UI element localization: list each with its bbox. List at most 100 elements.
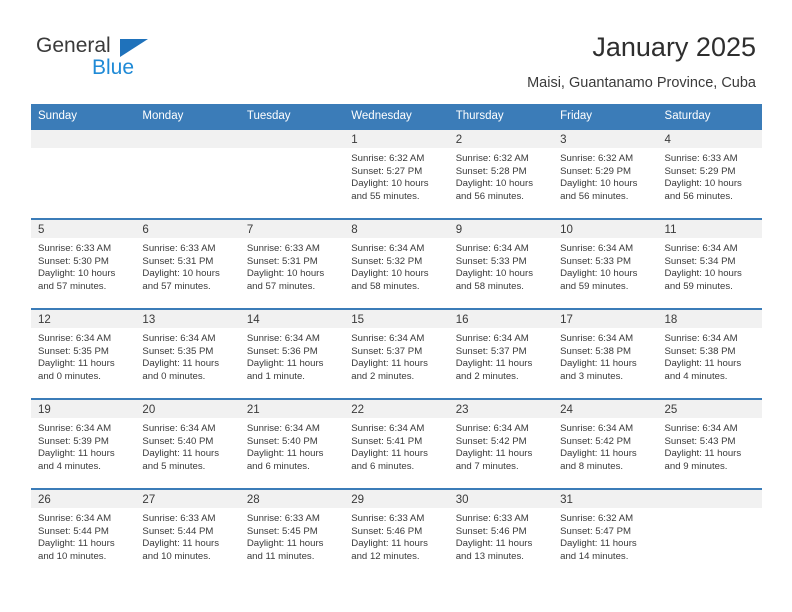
day-cell[interactable]: 18 Sunrise: 6:34 AM Sunset: 5:38 PM Dayligh… (657, 308, 762, 398)
sunrise-text: Sunrise: 6:33 AM (455, 513, 529, 524)
day-cell[interactable]: 7 Sunrise: 6:33 AM Sunset: 5:31 PM Daylight… (239, 218, 345, 308)
day-number-band: 29 (344, 490, 449, 508)
day-cell[interactable]: 29 Sunrise: 6:33 AM Sunset: 5:46 PM Dayligh… (344, 488, 449, 578)
sunset-text: Sunset: 5:47 PM (560, 525, 632, 537)
day-number: 17 (560, 314, 573, 326)
calendar-grid: Sunday Monday Tuesday Wednesday Thursday Frid… (31, 104, 762, 578)
day-number: 5 (38, 224, 45, 236)
page-title: January 2025 (592, 32, 756, 62)
day-cell[interactable]: 26 Sunrise: 6:34 AM Sunset: 5:44 PM Dayligh… (31, 488, 136, 578)
day-cell-body: Sunrise: 6:32 AM Sunset: 5:28 PM Daylight:… (449, 148, 553, 203)
day-number-band: 27 (135, 490, 240, 508)
sunrise-text: Sunrise: 6:33 AM (246, 243, 320, 254)
day-cell[interactable]: 4 Sunrise: 6:33 AM Sunset: 5:29 PM Daylight… (657, 128, 762, 218)
daylight-text-line2: and 11 minutes. (246, 550, 315, 562)
day-cell-body: Sunrise: 6:32 AM Sunset: 5:47 PM Daylight:… (553, 508, 657, 563)
sunset-text: Sunset: 5:29 PM (560, 165, 632, 177)
sunrise-text: Sunrise: 6:34 AM (38, 513, 112, 524)
week-row: 12 Sunrise: 6:34 AM Sunset: 5:35 PM Dayligh… (31, 308, 762, 398)
day-number-band (31, 130, 136, 148)
day-cell[interactable]: 27 Sunrise: 6:33 AM Sunset: 5:44 PM Dayligh… (135, 488, 240, 578)
weekday-header-tuesday: Tuesday (246, 110, 291, 122)
day-cell[interactable]: 12 Sunrise: 6:34 AM Sunset: 5:35 PM Dayligh… (31, 308, 136, 398)
day-cell-body: Sunrise: 6:33 AM Sunset: 5:31 PM Daylight:… (135, 238, 239, 293)
daylight-text-line2: and 7 minutes. (455, 460, 519, 472)
day-number-band: 21 (239, 400, 345, 418)
daylight-text-line1: Daylight: 11 hours (246, 358, 324, 370)
day-number-band: 15 (344, 310, 449, 328)
sunrise-text: Sunrise: 6:33 AM (246, 513, 320, 524)
daylight-text-line1: Daylight: 11 hours (560, 448, 637, 460)
sunset-text: Sunset: 5:33 PM (560, 255, 632, 267)
day-number: 23 (455, 404, 469, 416)
day-cell[interactable]: 24 Sunrise: 6:34 AM Sunset: 5:42 PM Dayligh… (553, 398, 658, 488)
day-cell[interactable]: 8 Sunrise: 6:34 AM Sunset: 5:32 PM Daylight… (344, 218, 449, 308)
sunrise-text: Sunrise: 6:34 AM (142, 423, 216, 434)
day-number-band: 8 (344, 220, 449, 238)
day-number-band: 12 (31, 310, 136, 328)
daylight-text-line2: and 59 minutes. (560, 280, 629, 292)
daylight-text-line1: Daylight: 11 hours (142, 358, 220, 370)
day-cell-body: Sunrise: 6:33 AM Sunset: 5:30 PM Daylight:… (31, 238, 135, 293)
sunset-text: Sunset: 5:45 PM (246, 525, 318, 537)
day-cell[interactable]: 11 Sunrise: 6:34 AM Sunset: 5:34 PM Dayligh… (657, 218, 762, 308)
day-cell[interactable]: 19 Sunrise: 6:34 AM Sunset: 5:39 PM Dayligh… (31, 398, 136, 488)
day-number-band: 17 (553, 310, 658, 328)
daylight-text-line1: Daylight: 11 hours (142, 448, 220, 460)
daylight-text-line1: Daylight: 10 hours (664, 268, 742, 280)
day-cell[interactable]: 2 Sunrise: 6:32 AM Sunset: 5:28 PM Daylight… (448, 128, 554, 218)
daylight-text-line2: and 56 minutes. (560, 190, 629, 202)
day-cell[interactable]: 6 Sunrise: 6:33 AM Sunset: 5:31 PM Daylight… (135, 218, 240, 308)
day-cell[interactable]: 25 Sunrise: 6:34 AM Sunset: 5:43 PM Dayligh… (657, 398, 762, 488)
day-number-band: 26 (31, 490, 136, 508)
day-cell[interactable]: 31 Sunrise: 6:32 AM Sunset: 5:47 PM Dayligh… (553, 488, 658, 578)
day-cell[interactable]: 3 Sunrise: 6:32 AM Sunset: 5:29 PM Daylight… (553, 128, 658, 218)
day-number: 2 (455, 134, 463, 146)
daylight-text-line2: and 58 minutes. (351, 280, 420, 292)
day-number-band: 28 (239, 490, 345, 508)
daylight-text-line1: Daylight: 11 hours (142, 538, 220, 550)
sunset-text: Sunset: 5:31 PM (142, 255, 214, 267)
day-cell[interactable]: 5 Sunrise: 6:33 AM Sunset: 5:30 PM Daylight… (31, 218, 136, 308)
day-cell-body: Sunrise: 6:34 AM Sunset: 5:42 PM Daylight:… (449, 418, 553, 473)
day-cell[interactable]: 17 Sunrise: 6:34 AM Sunset: 5:38 PM Dayligh… (553, 308, 658, 398)
daylight-text-line1: Daylight: 11 hours (455, 538, 533, 550)
day-number-band: 1 (344, 130, 449, 148)
day-number: 12 (38, 314, 51, 326)
sunrise-text: Sunrise: 6:34 AM (560, 423, 634, 434)
day-cell[interactable]: 1 Sunrise: 6:32 AM Sunset: 5:27 PM Daylight… (344, 128, 449, 218)
daylight-text-line1: Daylight: 11 hours (560, 358, 637, 370)
day-cell[interactable]: 15 Sunrise: 6:34 AM Sunset: 5:37 PM Dayligh… (344, 308, 449, 398)
day-cell[interactable]: 21 Sunrise: 6:34 AM Sunset: 5:40 PM Dayligh… (239, 398, 345, 488)
day-cell[interactable]: 22 Sunrise: 6:34 AM Sunset: 5:41 PM Dayligh… (344, 398, 449, 488)
day-number-band: 18 (657, 310, 762, 328)
day-cell-empty (239, 128, 345, 218)
day-number-band: 20 (135, 400, 240, 418)
day-number: 16 (455, 314, 469, 326)
day-number: 26 (38, 494, 51, 506)
day-number: 11 (664, 224, 677, 236)
sunset-text: Sunset: 5:40 PM (246, 435, 318, 447)
day-number: 6 (142, 224, 149, 236)
day-cell-body: Sunrise: 6:33 AM Sunset: 5:31 PM Daylight:… (240, 238, 344, 293)
day-cell[interactable]: 10 Sunrise: 6:34 AM Sunset: 5:33 PM Dayligh… (553, 218, 658, 308)
daylight-text-line1: Daylight: 11 hours (38, 448, 115, 460)
day-cell[interactable]: 13 Sunrise: 6:34 AM Sunset: 5:35 PM Dayligh… (135, 308, 240, 398)
brand-logo[interactable]: General Blue (36, 34, 236, 82)
day-cell[interactable]: 9 Sunrise: 6:34 AM Sunset: 5:33 PM Daylight… (448, 218, 554, 308)
sunrise-text: Sunrise: 6:34 AM (351, 333, 425, 344)
daylight-text-line1: Daylight: 11 hours (455, 448, 533, 460)
day-number: 13 (142, 314, 156, 326)
day-cell[interactable]: 23 Sunrise: 6:34 AM Sunset: 5:42 PM Dayligh… (448, 398, 554, 488)
day-cell[interactable]: 20 Sunrise: 6:34 AM Sunset: 5:40 PM Dayligh… (135, 398, 240, 488)
daylight-text-line2: and 8 minutes. (560, 460, 624, 472)
day-cell[interactable]: 30 Sunrise: 6:33 AM Sunset: 5:46 PM Dayligh… (448, 488, 554, 578)
daylight-text-line1: Daylight: 10 hours (455, 268, 534, 280)
title-block: January 2025 Maisi, Guantanamo Province,… (527, 30, 756, 93)
day-cell-body: Sunrise: 6:34 AM Sunset: 5:38 PM Daylight:… (553, 328, 657, 383)
week-row: 5 Sunrise: 6:33 AM Sunset: 5:30 PM Daylight… (31, 218, 762, 308)
day-cell[interactable]: 16 Sunrise: 6:34 AM Sunset: 5:37 PM Dayligh… (448, 308, 554, 398)
sunrise-text: Sunrise: 6:33 AM (351, 513, 425, 524)
day-cell[interactable]: 14 Sunrise: 6:34 AM Sunset: 5:36 PM Dayligh… (239, 308, 345, 398)
day-cell[interactable]: 28 Sunrise: 6:33 AM Sunset: 5:45 PM Dayligh… (239, 488, 345, 578)
